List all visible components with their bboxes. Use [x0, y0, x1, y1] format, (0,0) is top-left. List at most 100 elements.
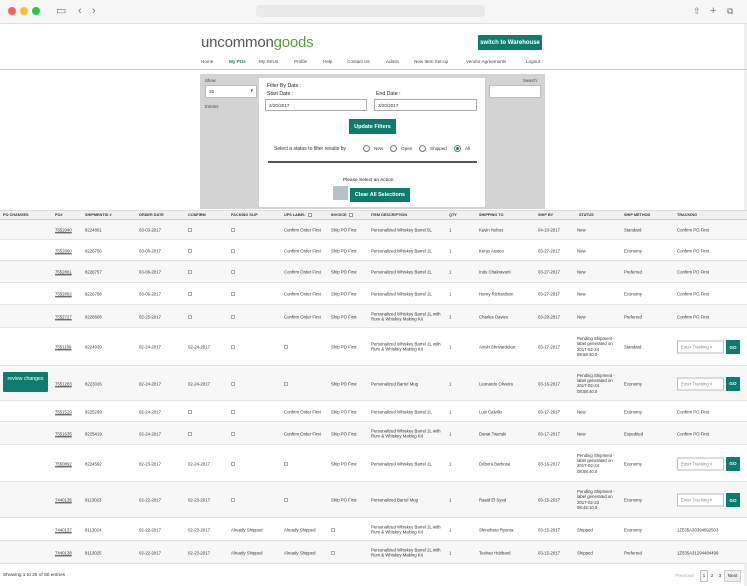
- th-packing-slip[interactable]: PACKING SLIP: [231, 213, 258, 217]
- packing-slip-checkbox[interactable]: [231, 248, 235, 253]
- th-ups-label[interactable]: UPS LABEL: [284, 213, 312, 217]
- switch-to-warehouse-button[interactable]: switch to Warehouse: [478, 35, 542, 50]
- go-button[interactable]: GO: [726, 340, 740, 354]
- th-shipment-id[interactable]: SHIPMENTID #: [85, 213, 112, 217]
- status-shipped-radio[interactable]: [419, 145, 426, 152]
- confirm-checkbox[interactable]: [188, 228, 192, 232]
- packing-slip-checkbox[interactable]: [231, 345, 235, 349]
- packing-slip-checkbox[interactable]: [231, 228, 235, 232]
- nav-contact-us[interactable]: Contact Us: [347, 59, 370, 64]
- back-icon[interactable]: ‹: [78, 4, 82, 18]
- po-number-link[interactable]: 7552860: [55, 248, 72, 253]
- th-qty[interactable]: QTY: [449, 213, 457, 217]
- po-number-link[interactable]: 7552862: [55, 291, 72, 296]
- invoice-checkbox[interactable]: [331, 527, 335, 532]
- page-3-button[interactable]: 3: [716, 570, 724, 582]
- confirm-checkbox[interactable]: [188, 292, 192, 296]
- new-tab-icon[interactable]: +: [710, 4, 716, 18]
- start-date-input[interactable]: 2/20/2017: [265, 99, 367, 111]
- po-number-link[interactable]: 7552727: [55, 314, 72, 319]
- status-all-radio[interactable]: [454, 145, 461, 152]
- packing-slip-checkbox[interactable]: [231, 381, 235, 386]
- entries-per-page-select[interactable]: 25 ▾: [205, 85, 257, 98]
- end-date-input[interactable]: 3/20/2017: [374, 99, 477, 111]
- tracking-number-input[interactable]: Enter Tracking #: [677, 493, 724, 507]
- po-number-link[interactable]: 7440137: [55, 527, 72, 532]
- ups-label-checkbox[interactable]: [284, 461, 288, 466]
- ups-label-checkbox[interactable]: [284, 381, 288, 386]
- next-page-button[interactable]: Next: [724, 570, 741, 582]
- po-number-link[interactable]: 7551529: [55, 409, 72, 414]
- nav-logout[interactable]: Logout: [526, 59, 540, 64]
- nav-my-pos[interactable]: My POs: [229, 59, 246, 64]
- page-1-button[interactable]: 1: [700, 570, 708, 582]
- confirm-checkbox[interactable]: [188, 248, 192, 253]
- packing-slip-checkbox[interactable]: [231, 292, 235, 296]
- po-number-link[interactable]: 7551199: [55, 344, 71, 349]
- th-po-changes[interactable]: PO CHANGES: [3, 213, 29, 217]
- confirm-checkbox[interactable]: [188, 409, 192, 414]
- nav-admin[interactable]: Admin: [386, 59, 399, 64]
- th-status[interactable]: STATUS: [579, 213, 594, 217]
- tracking-number-input[interactable]: Enter Tracking #: [677, 340, 724, 354]
- th-order-date[interactable]: ORDER DATE: [139, 213, 164, 217]
- th-ship-by[interactable]: SHIP BY: [538, 213, 553, 217]
- packing-slip-checkbox[interactable]: [231, 314, 235, 319]
- po-number-link[interactable]: 7551635: [55, 431, 72, 436]
- confirm-checkbox[interactable]: [188, 431, 192, 436]
- status-new-radio[interactable]: [363, 145, 370, 152]
- go-button[interactable]: GO: [726, 493, 740, 507]
- th-invoice[interactable]: INVOICE: [331, 213, 353, 217]
- invoice-checkbox[interactable]: [331, 550, 335, 555]
- review-changes-button[interactable]: review changes: [3, 372, 48, 392]
- select-all-invoice-checkbox[interactable]: [348, 213, 353, 217]
- po-number-link[interactable]: 7552940: [55, 227, 72, 232]
- tabs-overview-icon[interactable]: ⧉: [727, 4, 733, 18]
- nav-home[interactable]: Home: [201, 59, 213, 64]
- select-all-ups-checkbox[interactable]: [307, 213, 312, 217]
- packing-slip-checkbox[interactable]: [231, 461, 235, 466]
- th-item-description[interactable]: ITEM DESCRIPTION: [371, 213, 407, 217]
- go-button[interactable]: GO: [726, 456, 740, 471]
- nav-new-item-setup[interactable]: New Item Set-up: [414, 59, 448, 64]
- clear-all-selections-button[interactable]: Clear All Selections: [350, 188, 410, 202]
- tracking-number-input[interactable]: Enter Tracking #: [677, 457, 724, 470]
- forward-icon[interactable]: ›: [92, 4, 96, 18]
- po-number-link[interactable]: 7550892: [55, 461, 72, 466]
- page-2-button[interactable]: 2: [708, 570, 716, 582]
- th-ship-method[interactable]: SHIP METHOD: [624, 213, 650, 217]
- packing-slip-checkbox[interactable]: [231, 409, 235, 414]
- ups-label-checkbox[interactable]: [284, 498, 288, 502]
- close-window-button[interactable]: [8, 7, 16, 15]
- nav-help[interactable]: Help: [323, 59, 332, 64]
- tracking-number-input[interactable]: Enter Tracking #: [677, 377, 724, 390]
- minimize-window-button[interactable]: [20, 7, 28, 15]
- th-shipping-to[interactable]: SHIPPING TO: [479, 213, 503, 217]
- uncommongoods-logo[interactable]: uncommongoods: [201, 34, 314, 51]
- packing-slip-checkbox[interactable]: [231, 270, 235, 274]
- po-number-link[interactable]: 7551283: [55, 381, 72, 386]
- previous-page-button[interactable]: Previous: [672, 570, 697, 582]
- search-input[interactable]: [489, 85, 541, 98]
- packing-slip-checkbox[interactable]: [231, 498, 235, 502]
- address-bar[interactable]: [256, 5, 485, 17]
- ups-label-checkbox[interactable]: [284, 345, 288, 349]
- th-tracking[interactable]: TRACKING: [677, 213, 697, 217]
- confirm-checkbox[interactable]: [188, 270, 192, 274]
- status-open-radio[interactable]: [390, 145, 397, 152]
- action-select[interactable]: [333, 186, 348, 200]
- sidebar-icon[interactable]: ▭: [56, 4, 66, 18]
- nav-profile[interactable]: Profile: [294, 59, 307, 64]
- nav-vendor-agreements[interactable]: Vendor Agreements: [466, 59, 506, 64]
- share-icon[interactable]: ⇧: [693, 4, 701, 18]
- update-filters-button[interactable]: Update Filters: [349, 119, 396, 134]
- go-button[interactable]: GO: [726, 376, 740, 391]
- po-number-link[interactable]: 7552861: [55, 269, 72, 274]
- po-number-link[interactable]: 7440138: [55, 550, 72, 555]
- po-number-link[interactable]: 7440135: [55, 497, 72, 502]
- th-po-number[interactable]: PO#: [55, 213, 63, 217]
- maximize-window-button[interactable]: [32, 7, 40, 15]
- packing-slip-checkbox[interactable]: [231, 431, 235, 436]
- confirm-checkbox[interactable]: [188, 314, 192, 319]
- nav-my-skus[interactable]: My SKUs: [259, 59, 278, 64]
